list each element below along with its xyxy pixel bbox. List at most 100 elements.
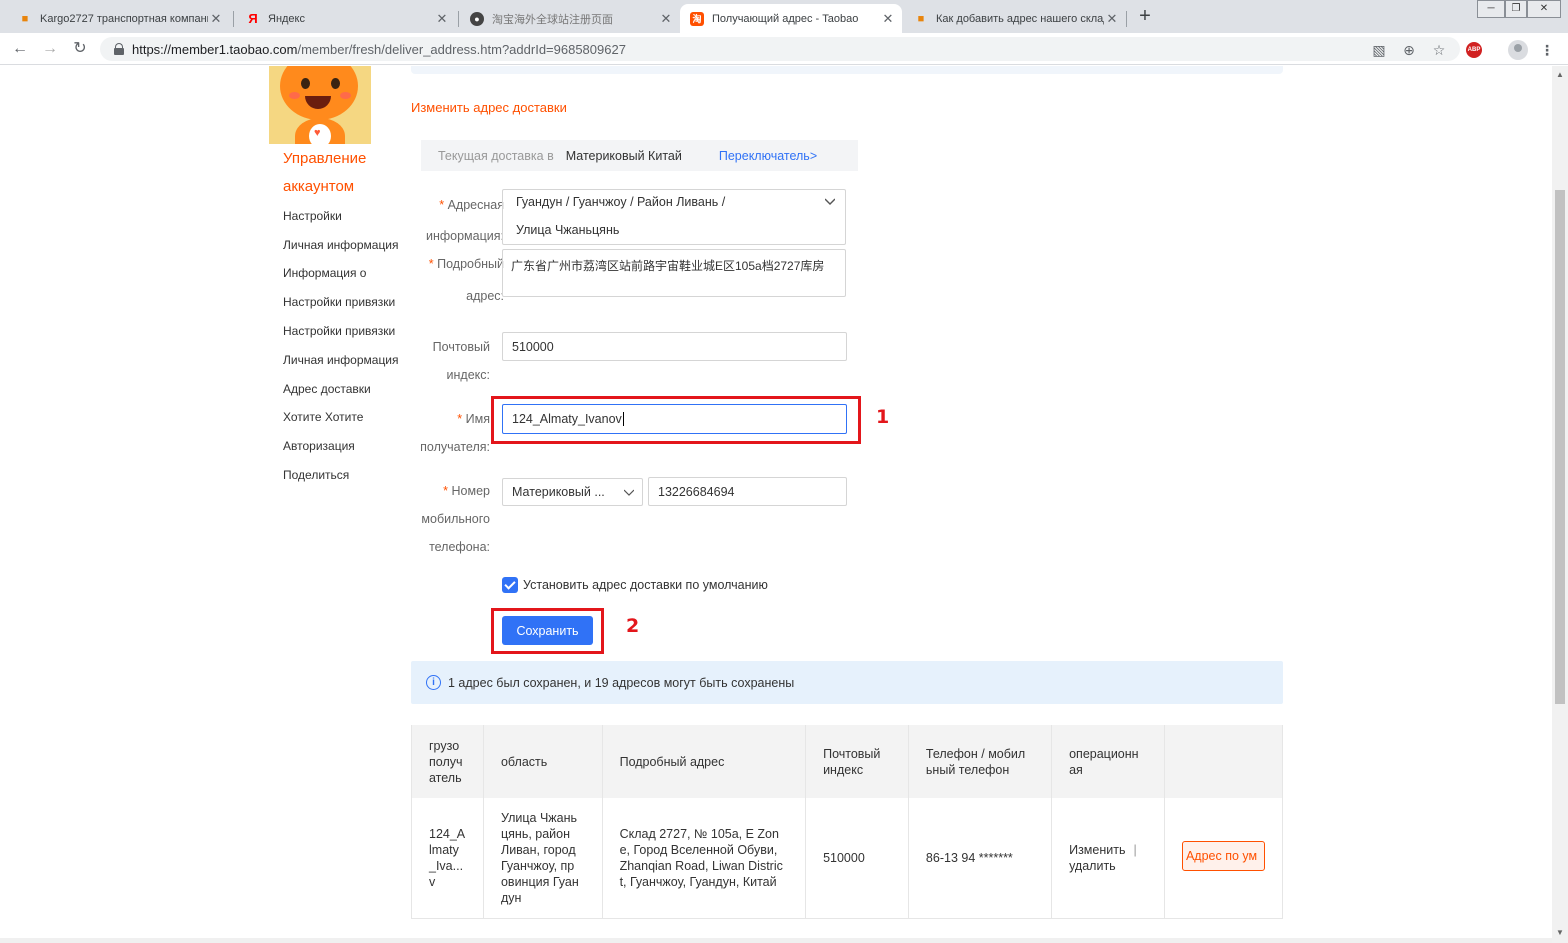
cargo-box-icon: ■: [21, 12, 29, 25]
close-icon[interactable]: ✕: [208, 11, 224, 27]
cell-phone: 86-13 94 *******: [908, 798, 1053, 919]
sidebar-item-info-about[interactable]: Информация о: [283, 266, 366, 280]
lock-icon: [114, 43, 124, 55]
tab-taobao-address[interactable]: 淘 Получающий адрес - Taobao ✕: [680, 4, 902, 33]
cell-address: Склад 2727, № 105a, E Zon e, Город Вселе…: [602, 798, 807, 919]
zoom-icon[interactable]: ⊕: [1400, 41, 1418, 59]
tab-title: Яндекс: [268, 12, 305, 25]
tab-taobao-register[interactable]: ● 淘宝海外全球站注册页面 ✕: [460, 4, 680, 33]
column-header-recipient: грузо получ атель: [411, 725, 484, 798]
scroll-up-arrow-icon[interactable]: ▲: [1556, 70, 1564, 79]
new-tab-icon[interactable]: +: [1134, 5, 1156, 27]
restore-icon[interactable]: ❐: [1505, 0, 1527, 18]
vertical-scrollbar[interactable]: ▲ ▼: [1552, 66, 1568, 943]
phone-region-value: Материковый ...: [512, 485, 605, 499]
scrollbar-thumb[interactable]: [1555, 190, 1565, 704]
checkbox-checked-icon[interactable]: [502, 577, 518, 593]
cell-postal: 510000: [805, 798, 909, 919]
switch-country-link[interactable]: Переключатель>: [719, 149, 817, 163]
sidebar-item-share[interactable]: Поделиться: [283, 468, 349, 482]
translate-icon[interactable]: ▧: [1370, 41, 1388, 59]
table-row: 124_A lmaty _Iva... v Улица Чжань цянь, …: [411, 798, 1284, 919]
cell-recipient: 124_A lmaty _Iva... v: [411, 798, 484, 919]
postal-label: Почтовый: [432, 340, 490, 354]
column-header-default: [1164, 725, 1284, 798]
region-label-line2: информация:: [425, 229, 504, 243]
yandex-icon: Я: [248, 11, 258, 26]
phone-number-input[interactable]: 13226684694: [648, 477, 847, 506]
column-header-postal: Почтовый индекс: [805, 725, 909, 798]
tab-yandex[interactable]: Я Яндекс ✕: [236, 4, 456, 33]
sidebar-title-line2: аккаунтом: [283, 178, 355, 195]
sidebar-item-settings[interactable]: Настройки: [283, 209, 342, 223]
tab-separator: [233, 11, 234, 27]
column-header-address: Подробный адрес: [602, 725, 807, 798]
detail-address-label: * Подробный: [428, 257, 504, 271]
url-path: /member/fresh/deliver_address.htm?addrId…: [297, 41, 626, 57]
change-address-link[interactable]: Изменить адрес доставки: [411, 100, 567, 115]
default-address-button[interactable]: Адрес по ум: [1181, 840, 1265, 871]
tab-kargo2727[interactable]: ■ Kargo2727 транспортная компания ✕: [8, 4, 230, 33]
tab-title: Получающий адрес - Taobao: [712, 12, 859, 25]
chevron-down-icon: [825, 198, 835, 205]
annotation-highlight-name: [491, 396, 861, 444]
close-icon[interactable]: ✕: [1104, 11, 1120, 27]
edit-address-link[interactable]: Изменить: [1069, 843, 1125, 857]
sidebar-item-authorization[interactable]: Авторизация: [283, 439, 355, 453]
postal-code-input[interactable]: 510000: [502, 332, 847, 361]
profile-avatar-icon[interactable]: [1508, 40, 1528, 60]
region-street: Улица Чжаньцянь: [516, 223, 620, 237]
annotation-marker-2: 2: [626, 615, 640, 637]
adblock-plus-icon[interactable]: ABP: [1466, 42, 1482, 58]
taobao-mascot-avatar: ♥: [269, 66, 371, 144]
sidebar-item-wishlist[interactable]: Хотите Хотите: [283, 410, 363, 424]
sidebar-item-binding-settings[interactable]: Настройки привязки: [283, 295, 395, 309]
cargo-box-icon: ■: [917, 12, 925, 25]
detail-address-textarea[interactable]: 广东省广州市荔湾区站前路宇宙鞋业城E区105a档2727库房: [502, 249, 846, 297]
recipient-name-label: * Имя: [457, 412, 490, 426]
phone-label-line3: телефона:: [429, 540, 490, 554]
phone-region-select[interactable]: Материковый ...: [502, 478, 643, 506]
region-selector[interactable]: Гуандун / Гуанчжоу / Район Ливань / Улиц…: [502, 189, 846, 245]
phone-label-line2: мобильного: [421, 512, 490, 526]
sidebar-item-personal-info[interactable]: Личная информация: [283, 238, 399, 252]
taobao-icon: 淘: [690, 11, 704, 26]
tab-separator: [1126, 11, 1127, 27]
bookmark-star-icon[interactable]: ☆: [1430, 41, 1448, 59]
close-icon[interactable]: ✕: [880, 11, 896, 27]
current-delivery-bar: Текущая доставка в Материковый Китай Пер…: [421, 140, 858, 171]
default-address-checkbox-label: Установить адрес доставки по умолчанию: [523, 578, 768, 592]
sidebar-item-delivery-address[interactable]: Адрес доставки: [283, 382, 371, 396]
browser-tab-strip: ■ Kargo2727 транспортная компания ✕ Я Ян…: [0, 0, 1568, 33]
tab-how-to-add-address[interactable]: ■ Как добавить адрес нашего склада ✕: [904, 4, 1126, 33]
current-delivery-label: Текущая доставка в: [438, 148, 554, 163]
top-panel-edge: [411, 66, 1283, 74]
annotation-marker-1: 1: [876, 406, 890, 428]
menu-kebab-icon[interactable]: ⋮: [1538, 41, 1556, 59]
reload-icon[interactable]: ↻: [70, 39, 90, 59]
tab-separator: [458, 11, 459, 27]
delete-address-link[interactable]: удалить: [1069, 859, 1116, 873]
info-message: 1 адрес был сохранен, и 19 адресов могут…: [448, 675, 795, 690]
scroll-down-arrow-icon[interactable]: ▼: [1556, 928, 1564, 937]
sidebar-title: Управление: [283, 150, 367, 167]
address-bar[interactable]: https://member1.taobao.com/member/fresh/…: [100, 37, 1460, 61]
detail-address-label-line2: адрес:: [466, 289, 504, 303]
recipient-name-label-line2: получателя:: [420, 440, 490, 454]
window-close-icon[interactable]: ✕: [1527, 0, 1561, 18]
postal-label-line2: индекс:: [446, 368, 490, 382]
back-arrow-icon[interactable]: ←: [10, 39, 30, 59]
address-table: грузо получ атель область Подробный адре…: [411, 725, 1284, 919]
minimize-icon[interactable]: ─: [1477, 0, 1505, 18]
close-icon[interactable]: ✕: [434, 11, 450, 27]
annotation-highlight-save: [491, 608, 604, 654]
column-header-phone: Телефон / мобил ьный телефон: [908, 725, 1053, 798]
close-icon[interactable]: ✕: [658, 11, 674, 27]
forward-arrow-icon[interactable]: →: [40, 39, 60, 59]
default-address-checkbox-row[interactable]: Установить адрес доставки по умолчанию: [502, 577, 768, 593]
info-icon: i: [426, 675, 441, 690]
info-banner: i 1 адрес был сохранен, и 19 адресов мог…: [411, 661, 1283, 704]
sidebar-item-personal-info-2[interactable]: Личная информация: [283, 353, 399, 367]
tab-title: 淘宝海外全球站注册页面: [492, 13, 613, 26]
sidebar-item-binding-settings-2[interactable]: Настройки привязки: [283, 324, 395, 338]
